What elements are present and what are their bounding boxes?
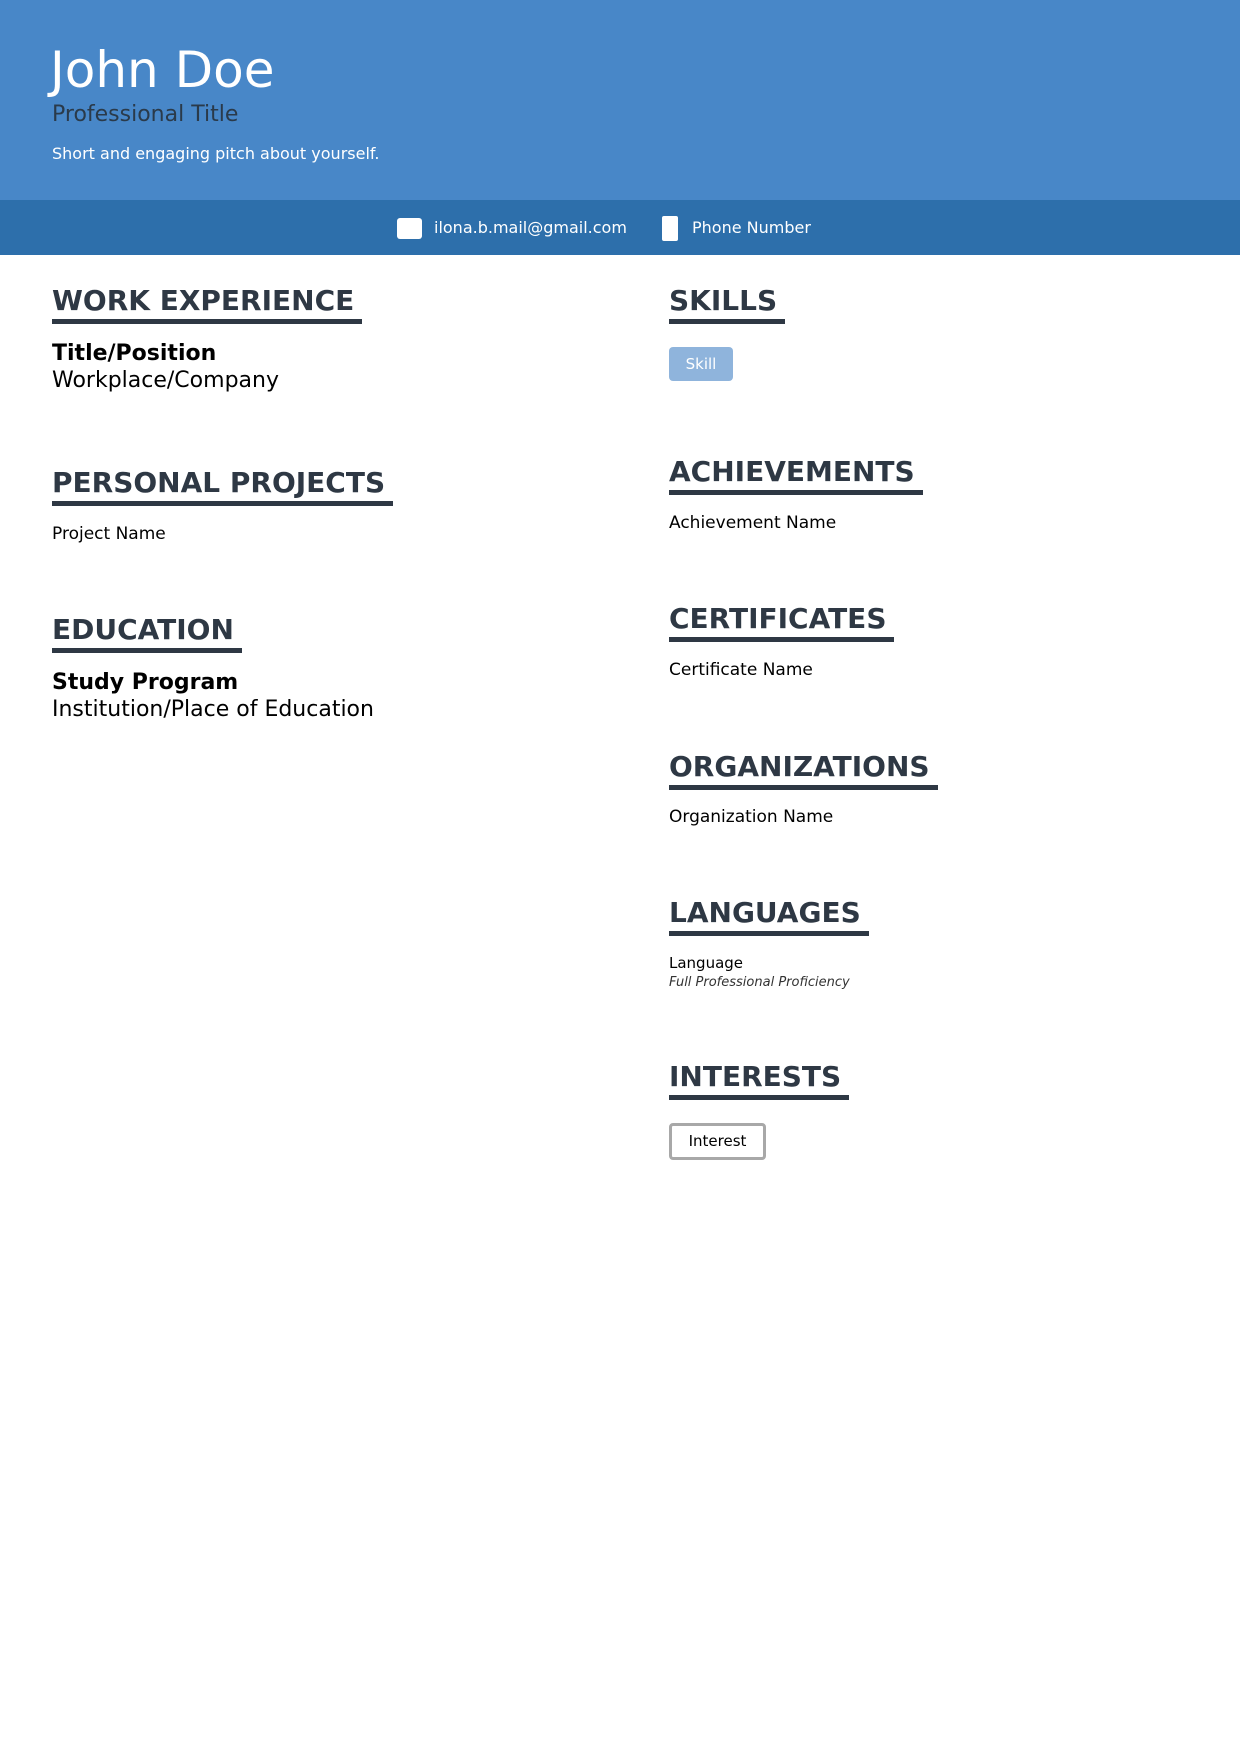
resume-header: John Doe Professional Title Short and en…: [0, 0, 1240, 200]
organization-name: Organization Name: [669, 807, 834, 827]
skills-heading: SKILLS: [669, 284, 786, 324]
professional-title: Professional Title: [52, 102, 239, 127]
institution-name: Institution/Place of Education: [52, 697, 374, 722]
achievements-heading: ACHIEVEMENTS: [669, 455, 923, 495]
work-company: Workplace/Company: [52, 368, 279, 393]
certificate-name: Certificate Name: [669, 660, 813, 680]
interests-heading: INTERESTS: [669, 1060, 850, 1100]
language-proficiency: Full Professional Proficiency: [669, 975, 850, 990]
study-program: Study Program: [52, 670, 239, 695]
certificates-heading: CERTIFICATES: [669, 602, 895, 642]
person-name: John Doe: [50, 41, 275, 99]
contact-bar: ilona.b.mail@gmail.com Phone Number: [0, 200, 1240, 255]
work-title: Title/Position: [52, 341, 217, 366]
language-name: Language: [669, 954, 744, 972]
interest-tag: Interest: [669, 1123, 766, 1160]
phone-number[interactable]: Phone Number: [692, 217, 811, 239]
pitch-text: Short and engaging pitch about yourself.: [52, 144, 380, 163]
skill-tag: Skill: [669, 347, 733, 381]
email-address[interactable]: ilona.b.mail@gmail.com: [434, 217, 627, 239]
education-heading: EDUCATION: [52, 613, 242, 653]
languages-heading: LANGUAGES: [669, 896, 869, 936]
project-name: Project Name: [52, 524, 166, 544]
envelope-icon: [397, 218, 422, 239]
organizations-heading: ORGANIZATIONS: [669, 750, 938, 790]
work-experience-heading: WORK EXPERIENCE: [52, 284, 363, 324]
personal-projects-heading: PERSONAL PROJECTS: [52, 466, 394, 506]
achievement-name: Achievement Name: [669, 513, 837, 533]
phone-icon: [662, 216, 678, 241]
